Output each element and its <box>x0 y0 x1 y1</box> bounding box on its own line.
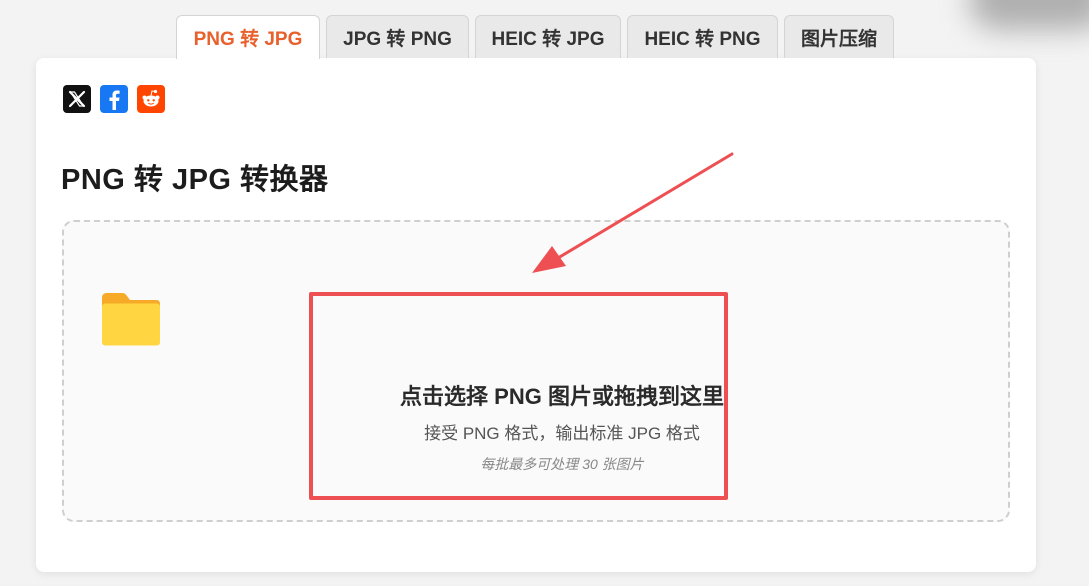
share-buttons <box>63 85 165 113</box>
tab-heic-to-jpg[interactable]: HEIC 转 JPG <box>475 15 621 58</box>
page-title: PNG 转 JPG 转换器 <box>61 164 329 196</box>
tab-png-to-jpg[interactable]: PNG 转 JPG <box>176 15 320 59</box>
dropzone-limit-text: 每批最多可处理 30 张图片 <box>480 456 644 472</box>
share-facebook-button[interactable] <box>100 85 128 113</box>
file-dropzone[interactable]: 点击选择 PNG 图片或拖拽到这里 接受 PNG 格式，输出标准 JPG 格式 … <box>62 220 1010 522</box>
tab-image-compress[interactable]: 图片压缩 <box>784 15 894 58</box>
share-x-button[interactable] <box>63 85 91 113</box>
tab-heic-to-png[interactable]: HEIC 转 PNG <box>627 15 778 58</box>
dropzone-format-text: 接受 PNG 格式，输出标准 JPG 格式 <box>424 424 700 443</box>
converter-card: PNG 转 JPG 转换器 点击选择 PNG 图片或拖拽到这里 接受 PNG 格… <box>36 58 1036 572</box>
dropzone-main-text: 点击选择 PNG 图片或拖拽到这里 <box>400 384 724 409</box>
x-twitter-icon <box>68 90 86 108</box>
facebook-icon <box>109 90 120 110</box>
tab-jpg-to-png[interactable]: JPG 转 PNG <box>326 15 469 58</box>
converter-tabs: PNG 转 JPG JPG 转 PNG HEIC 转 JPG HEIC 转 PN… <box>176 15 894 59</box>
window-shadow <box>969 0 1089 30</box>
folder-icon <box>102 293 160 346</box>
share-reddit-button[interactable] <box>137 85 165 113</box>
reddit-icon <box>142 89 160 107</box>
